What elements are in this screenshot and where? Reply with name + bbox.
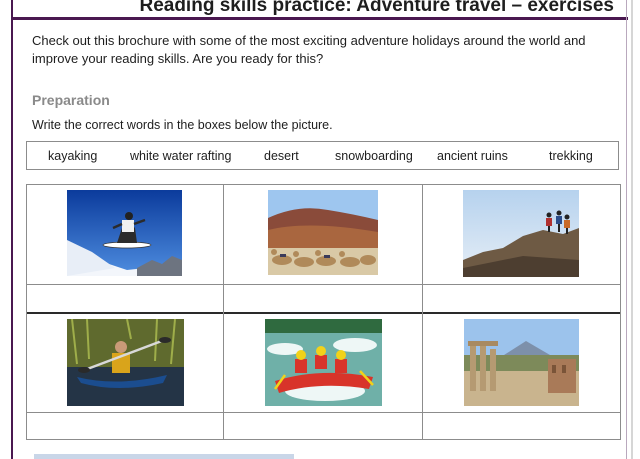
answer-box-2[interactable] [224,285,422,312]
word-snowboarding: snowboarding [335,149,413,163]
word-white-water-rafting: white water rafting [130,149,232,163]
answer-box-6[interactable] [423,413,620,439]
word-desert: desert [264,149,299,163]
white-water-rafting-photo [265,319,382,406]
answer-box-4[interactable] [27,413,223,439]
intro-paragraph: Check out this brochure with some of the… [32,33,586,66]
answer-box-1[interactable] [27,285,223,312]
answer-box-5[interactable] [224,413,422,439]
ancient-ruins-photo [464,319,579,406]
desert-camels-photo [268,190,378,275]
preparation-instruction: Write the correct words in the boxes bel… [32,118,333,132]
preparation-heading: Preparation [32,92,110,108]
word-ancient-ruins: ancient ruins [437,149,508,163]
grid-line-bottom [26,439,621,440]
grid-line-row-separator [26,312,621,314]
word-bank: kayaking white water rafting desert snow… [26,141,619,170]
bottom-highlight-strip [34,454,294,459]
scrollbar[interactable] [631,0,633,459]
word-kayaking: kayaking [48,149,98,163]
grid-line [223,184,224,440]
snowboarding-photo [67,190,182,276]
kayaking-photo [67,319,184,406]
page-title: Reading skills practice: Adventure trave… [139,0,614,16]
picture-grid [26,184,621,440]
title-rule [11,17,628,20]
grid-line-right [620,184,621,440]
word-trekking: trekking [549,149,593,163]
grid-line-left [26,184,27,440]
frame-left-border [11,0,13,459]
grid-line [422,184,423,440]
grid-line-top [26,184,621,185]
frame-right-border [626,0,627,459]
answer-box-3[interactable] [423,285,620,312]
trekking-photo [463,190,579,277]
